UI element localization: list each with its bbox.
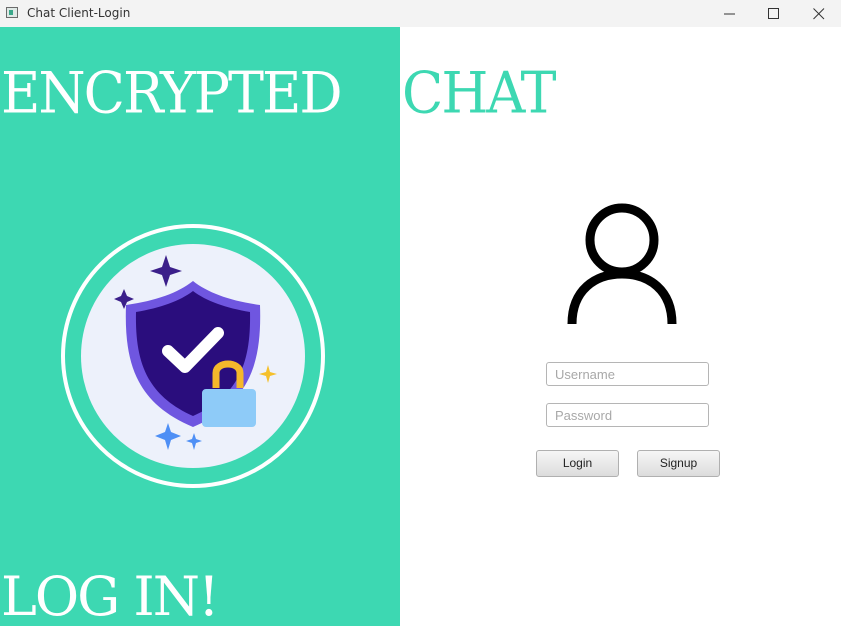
minimize-icon — [724, 13, 735, 15]
close-button[interactable] — [796, 0, 841, 27]
app-window-icon — [6, 7, 18, 18]
headline-chat: CHAT — [402, 59, 556, 127]
headline-encrypted: ENCRYPTED — [1, 59, 343, 127]
title-bar: Chat Client-Login — [0, 0, 841, 27]
shield-check-lock-icon — [61, 224, 325, 488]
maximize-icon — [768, 8, 779, 19]
close-icon — [813, 8, 825, 20]
signup-button[interactable]: Signup — [637, 450, 720, 477]
login-cta-heading: LOG IN! — [1, 565, 220, 626]
minimize-button[interactable] — [707, 0, 753, 27]
username-field[interactable] — [546, 362, 709, 386]
login-button[interactable]: Login — [536, 450, 619, 477]
password-field[interactable] — [546, 403, 709, 427]
window-title: Chat Client-Login — [27, 6, 131, 20]
user-icon — [567, 203, 677, 325]
maximize-button[interactable] — [751, 0, 797, 27]
